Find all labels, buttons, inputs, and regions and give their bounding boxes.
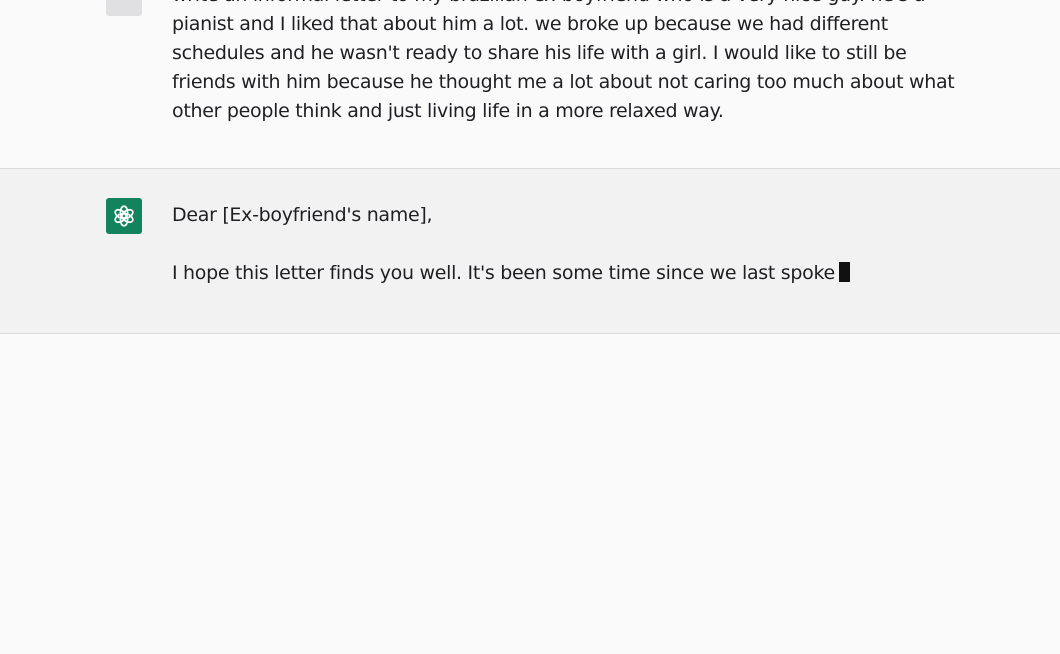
assistant-message-text: Dear [Ex-boyfriend's name], I hope this …: [172, 201, 972, 288]
assistant-paragraph-body-text: I hope this letter finds you well. It's …: [172, 262, 835, 284]
typing-cursor-icon: [838, 262, 850, 282]
assistant-paragraph-body: I hope this letter finds you well. It's …: [172, 259, 972, 288]
user-avatar: [106, 0, 142, 16]
user-message-text: write an informal letter to my brazilian…: [172, 0, 972, 126]
assistant-message-row: Dear [Ex-boyfriend's name], I hope this …: [0, 169, 1060, 334]
user-message-row: write an informal letter to my brazilian…: [0, 0, 1060, 169]
chat-thread: write an informal letter to my brazilian…: [0, 0, 1060, 654]
user-message-paragraph: write an informal letter to my brazilian…: [172, 0, 955, 122]
openai-logo-icon: [114, 205, 134, 227]
assistant-avatar: [106, 198, 142, 234]
assistant-paragraph-salutation: Dear [Ex-boyfriend's name],: [172, 204, 433, 226]
